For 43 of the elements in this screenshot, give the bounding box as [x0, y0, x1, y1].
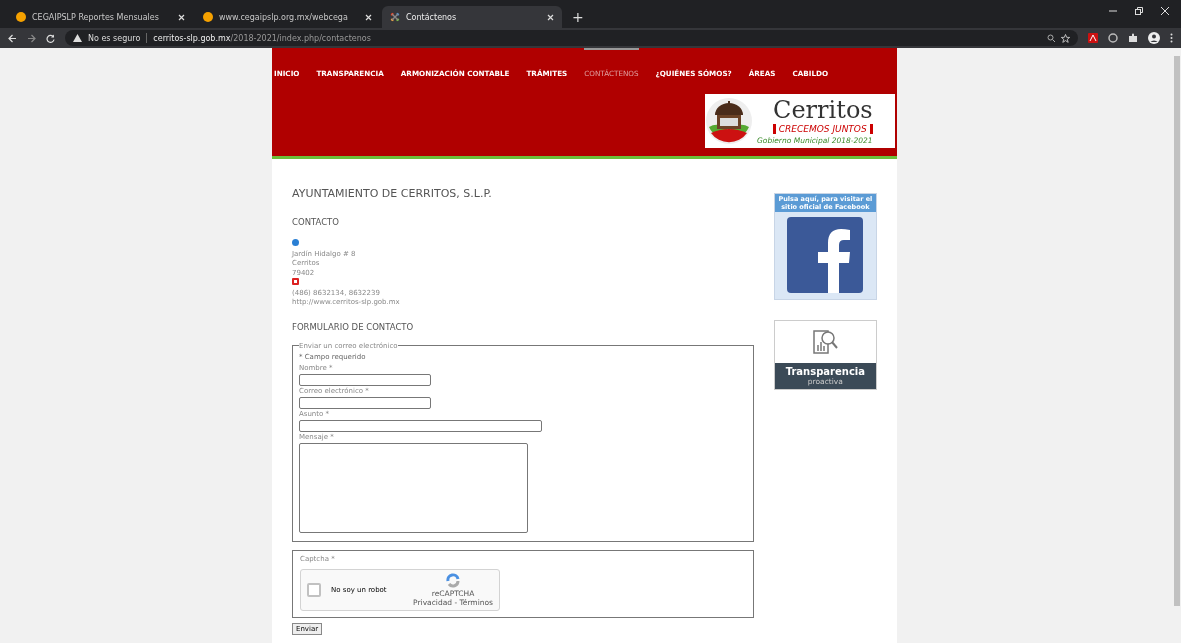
- browser-tab[interactable]: Contáctenos: [382, 6, 562, 28]
- section-heading: FORMULARIO DE CONTACTO: [292, 321, 415, 332]
- section-heading: CONTACTO: [292, 217, 340, 227]
- forward-icon[interactable]: [27, 33, 36, 43]
- input-field[interactable]: [299, 419, 542, 432]
- url-text: cerritos-slp.gob.mx/2018-2021/index.php/contactenos: [153, 33, 371, 43]
- address-bar[interactable]: No es seguro cerritos-slp.gob.mx/2018-2021/index.php/contactenos: [65, 30, 1078, 46]
- warning-icon: [73, 34, 82, 42]
- new-tab-button[interactable]: +: [564, 9, 592, 28]
- menu-icon[interactable]: [1170, 33, 1173, 43]
- logo-slogan: CRECEMOS JUNTOS: [772, 123, 873, 134]
- joomla-icon: [390, 12, 400, 22]
- browser-tab[interactable]: CEGAIPSLP Reportes Mensuales: [8, 6, 193, 28]
- logo-title: Cerritos: [773, 97, 873, 122]
- recaptcha-icon: [445, 572, 462, 589]
- close-icon[interactable]: [1161, 7, 1169, 15]
- input-field[interactable]: [299, 373, 431, 386]
- close-icon[interactable]: [178, 13, 185, 21]
- zoom-icon[interactable]: [1047, 34, 1055, 42]
- checkbox[interactable]: [307, 582, 321, 597]
- site-icon: [203, 12, 213, 22]
- profile-icon[interactable]: [1148, 32, 1160, 44]
- phone-icon: [292, 278, 299, 285]
- message-field[interactable]: [299, 442, 528, 533]
- pdf-extension-icon[interactable]: [1088, 33, 1098, 43]
- back-icon[interactable]: [8, 33, 17, 43]
- security-label: No es seguro: [88, 33, 141, 43]
- extension-icon[interactable]: [1108, 33, 1118, 43]
- reload-icon[interactable]: [46, 33, 55, 43]
- globe-icon: [292, 239, 299, 246]
- kiosk-logo-icon: [705, 97, 753, 145]
- minimize-icon[interactable]: [1109, 7, 1117, 15]
- facebook-logo-icon: [787, 217, 864, 293]
- site-icon: [16, 12, 26, 22]
- star-icon[interactable]: [1061, 33, 1070, 43]
- magnifier-document-icon: [810, 327, 841, 357]
- browser-tab[interactable]: www.cegaipslp.org.mx/webcega: [195, 6, 380, 28]
- restore-icon[interactable]: [1135, 7, 1143, 15]
- close-icon[interactable]: [365, 13, 372, 21]
- close-icon[interactable]: [547, 13, 554, 21]
- transparency-title: Transparencia: [784, 366, 867, 377]
- input-field[interactable]: [299, 396, 431, 409]
- page-title: AYUNTAMIENTO DE CERRITOS, S.L.P.: [292, 187, 493, 200]
